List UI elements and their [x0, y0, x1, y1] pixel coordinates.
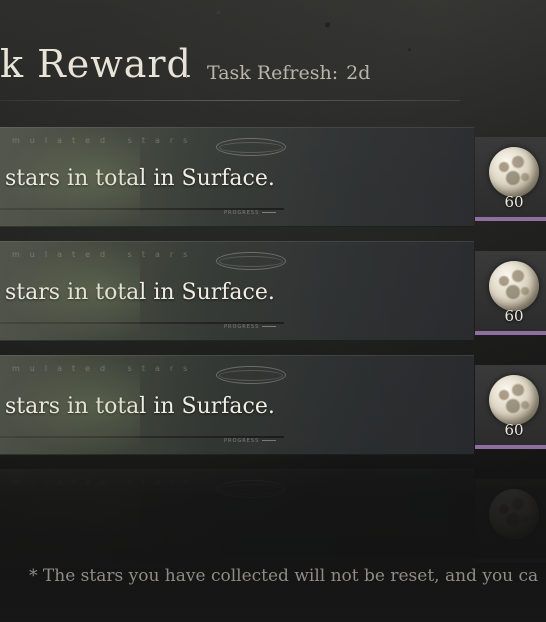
title-divider	[186, 62, 187, 78]
task-panel: mulated stars stars in total in Surface.…	[0, 241, 474, 341]
task-category: mulated stars	[12, 250, 198, 259]
moon-orb-icon	[489, 489, 539, 539]
task-category: mulated stars	[12, 136, 198, 145]
task-refresh-value: 2d	[346, 62, 371, 84]
task-category: mulated stars	[12, 478, 198, 487]
task-description: stars in total in Surface.	[5, 166, 275, 191]
task-category: mulated stars	[12, 364, 198, 373]
task-progress-label: PROGRESS	[224, 438, 276, 444]
reward-count: 60	[504, 193, 524, 211]
task-description: stars in total in Surface.	[5, 394, 275, 419]
moon-orb-icon	[489, 147, 539, 197]
ring-emblem-icon	[216, 138, 286, 156]
task-panel: mulated stars	[0, 469, 474, 569]
task-card[interactable]: mulated stars stars in total in Surface.…	[0, 355, 546, 455]
reward-slot[interactable]: 60	[475, 251, 546, 335]
reward-count: 60	[504, 421, 524, 439]
task-description: stars in total in Surface.	[5, 280, 275, 305]
task-card[interactable]: mulated stars stars in total in Surface.…	[0, 127, 546, 227]
task-progress-label: PROGRESS	[224, 324, 276, 330]
reward-count: 60	[504, 307, 524, 325]
reward-slot[interactable]: 60	[475, 365, 546, 449]
footnote: * The stars you have collected will not …	[29, 566, 539, 586]
task-card[interactable]: mulated stars	[0, 469, 546, 569]
task-card[interactable]: mulated stars stars in total in Surface.…	[0, 241, 546, 341]
reward-slot[interactable]	[475, 479, 546, 563]
ring-emblem-icon	[216, 366, 286, 384]
moon-orb-icon	[489, 375, 539, 425]
task-panel: mulated stars stars in total in Surface.…	[0, 127, 474, 227]
header-divider-line	[0, 100, 460, 101]
ring-emblem-icon	[216, 252, 286, 270]
task-panel: mulated stars stars in total in Surface.…	[0, 355, 474, 455]
task-reward-screen: k Reward Task Refresh: 2d mulated stars s…	[0, 0, 546, 622]
header: k Reward Task Refresh: 2d	[0, 40, 546, 102]
task-refresh-label: Task Refresh:	[207, 62, 339, 84]
reward-slot[interactable]: 60	[475, 137, 546, 221]
page-title: k Reward	[0, 42, 192, 86]
task-refresh-info: Task Refresh: 2d	[207, 62, 370, 84]
moon-orb-icon	[489, 261, 539, 311]
ring-emblem-icon	[216, 480, 286, 498]
task-progress-label: PROGRESS	[224, 210, 276, 216]
